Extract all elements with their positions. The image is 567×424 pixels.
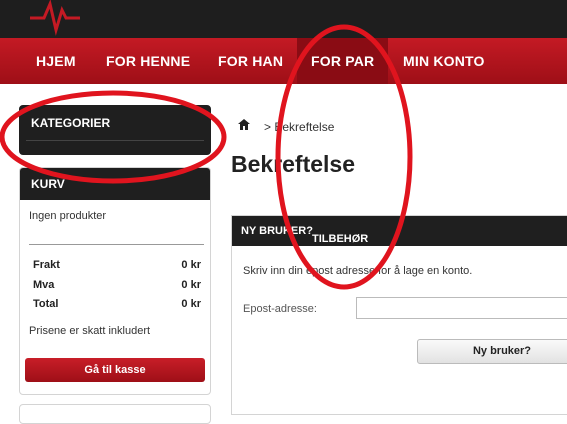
cart-row-label: Mva bbox=[33, 279, 55, 291]
breadcrumb: > Bekreftelse bbox=[264, 120, 334, 134]
annotation-label: TILBEHØR bbox=[312, 233, 369, 245]
new-user-panel-title: NY BRUKER? bbox=[232, 216, 567, 246]
heartbeat-logo-icon[interactable] bbox=[30, 0, 80, 38]
categories-title[interactable]: KATEGORIER bbox=[20, 106, 210, 140]
cart-row-mva: Mva 0 kr bbox=[33, 279, 201, 291]
cart-row-value: 0 kr bbox=[181, 298, 201, 310]
categories-box: KATEGORIER bbox=[19, 105, 211, 155]
cart-title: KURV bbox=[20, 168, 210, 200]
breadcrumb-current: Bekreftelse bbox=[274, 120, 335, 134]
page-title: Bekreftelse bbox=[231, 151, 356, 177]
cart-row-label: Total bbox=[33, 298, 59, 310]
nav-item-min-konto[interactable]: MIN KONTO bbox=[389, 38, 499, 84]
divider bbox=[29, 244, 204, 245]
nav-item-for-han[interactable]: FOR HAN bbox=[204, 38, 297, 84]
email-label: Epost-adresse: bbox=[243, 303, 317, 315]
nav-item-for-par[interactable]: FOR PAR bbox=[297, 38, 389, 84]
tax-note: Prisene er skatt inkludert bbox=[29, 325, 151, 337]
email-field[interactable] bbox=[356, 297, 567, 319]
checkout-button[interactable]: Gå til kasse bbox=[25, 358, 205, 382]
cart-row-label: Frakt bbox=[33, 259, 60, 271]
cart-row-value: 0 kr bbox=[181, 279, 201, 291]
main-nav: HJEM FOR HENNE FOR HAN FOR PAR MIN KONTO bbox=[0, 38, 567, 84]
cart-row-total: Total 0 kr bbox=[33, 298, 201, 310]
cart-box: KURV Ingen produkter Frakt 0 kr Mva 0 kr… bbox=[19, 167, 211, 395]
top-header bbox=[0, 0, 567, 38]
new-user-panel: NY BRUKER? Skriv inn din epost adresse f… bbox=[231, 215, 567, 415]
sidebar-box-next bbox=[19, 404, 211, 424]
new-user-description: Skriv inn din epost adresse for å lage e… bbox=[243, 265, 473, 277]
nav-item-for-henne[interactable]: FOR HENNE bbox=[92, 38, 204, 84]
home-icon[interactable] bbox=[238, 119, 250, 130]
new-user-button[interactable]: Ny bruker? bbox=[417, 339, 567, 364]
cart-row-value: 0 kr bbox=[181, 259, 201, 271]
cart-empty-text: Ingen produkter bbox=[29, 210, 107, 222]
cart-row-frakt: Frakt 0 kr bbox=[33, 259, 201, 271]
breadcrumb-separator: > bbox=[264, 120, 272, 134]
nav-item-hjem[interactable]: HJEM bbox=[22, 38, 90, 84]
divider bbox=[26, 140, 204, 141]
